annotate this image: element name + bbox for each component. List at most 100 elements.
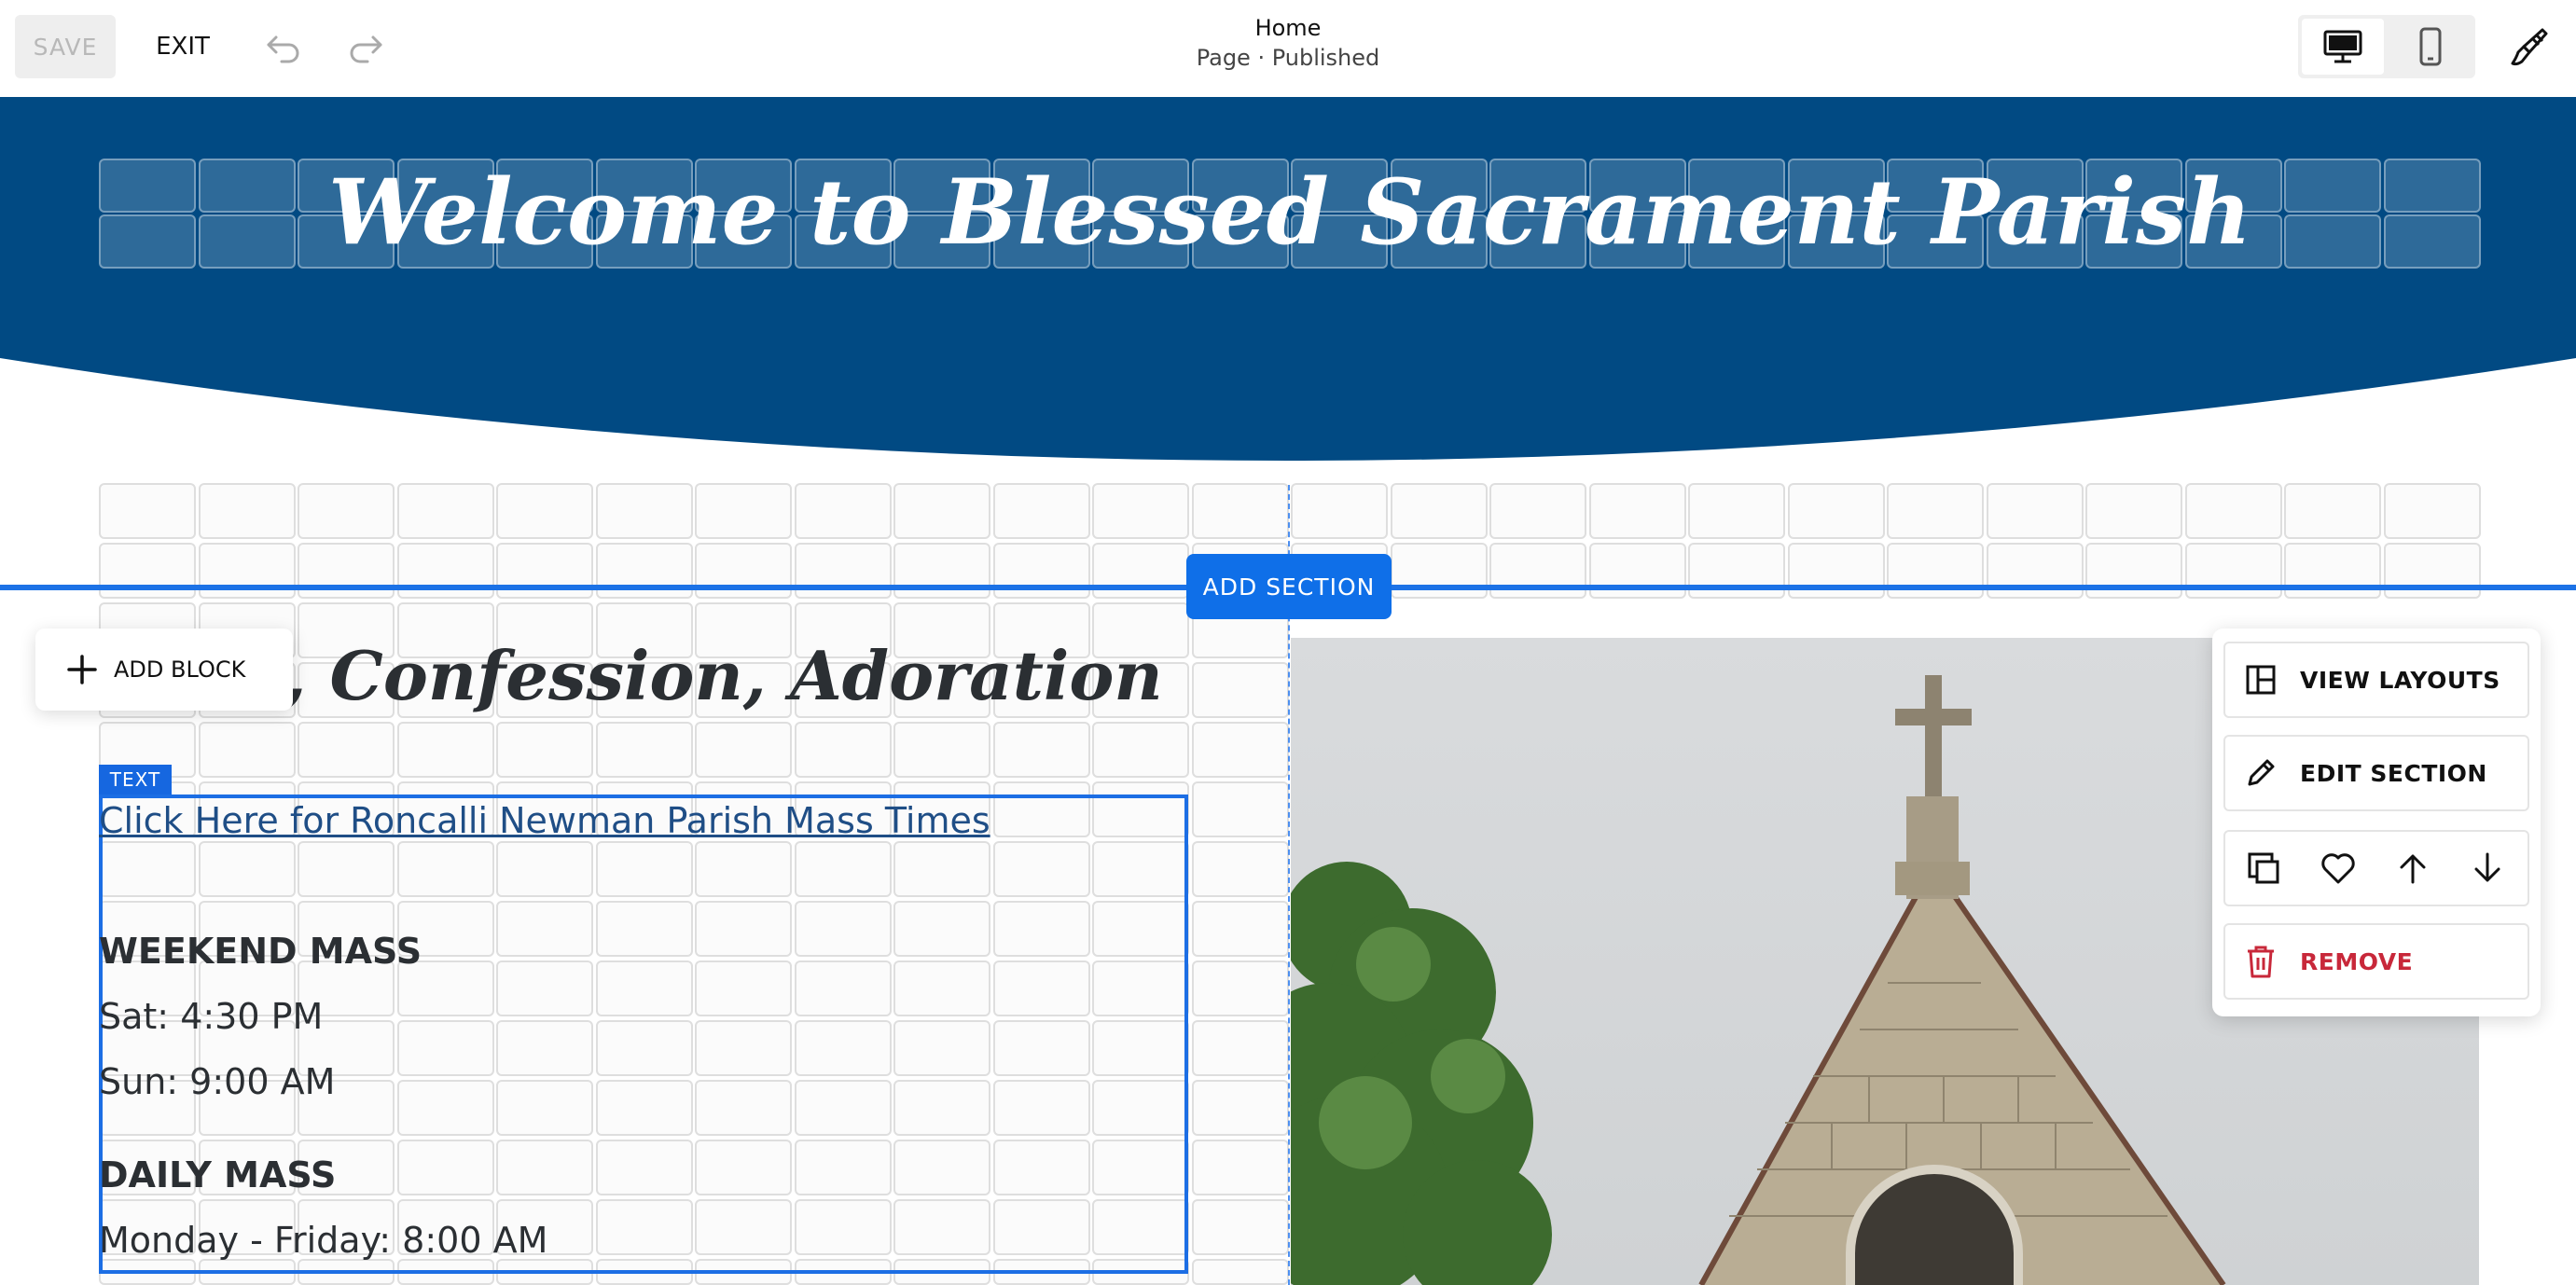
grid-cell — [1092, 483, 1189, 539]
grid-cell — [99, 483, 196, 539]
remove-section-label: REMOVE — [2300, 947, 2414, 975]
grid-cell — [298, 483, 395, 539]
grid-cell — [1092, 543, 1189, 599]
view-layouts-label: VIEW LAYOUTS — [2300, 666, 2500, 694]
grid-cell — [794, 483, 892, 539]
grid-cell — [1688, 483, 1785, 539]
grid-cell — [695, 543, 792, 599]
grid-cell — [1191, 1140, 1289, 1195]
grid-cell — [2085, 543, 2182, 599]
add-block-button[interactable]: ADD BLOCK — [35, 629, 293, 711]
heart-icon — [2321, 853, 2355, 884]
grid-cell — [198, 543, 296, 599]
move-up-button[interactable] — [2392, 848, 2433, 889]
grid-cell — [893, 722, 990, 778]
grid-cell — [1191, 1080, 1289, 1136]
paintbrush-icon — [2511, 28, 2548, 66]
exit-button[interactable]: EXIT — [147, 15, 218, 78]
grid-cell — [2284, 483, 2381, 539]
arrow-up-icon — [2400, 854, 2426, 884]
daily-mass-heading: DAILY MASS — [99, 1154, 337, 1195]
grid-cell — [1787, 543, 1885, 599]
weekend-saturday-time: Sat: 4:30 PM — [99, 996, 324, 1037]
grid-cell — [1887, 483, 1984, 539]
mass-times-link[interactable]: Click Here for Roncalli Newman Parish Ma… — [99, 800, 990, 841]
pencil-icon — [2248, 759, 2275, 786]
grid-cell — [298, 722, 395, 778]
banner-background — [0, 97, 2576, 461]
grid-cell — [595, 543, 693, 599]
grid-cell — [298, 543, 395, 599]
banner-title: Welcome to Blessed Sacrament Parish — [328, 159, 2251, 265]
grid-cell — [1787, 483, 1885, 539]
site-styles-button[interactable] — [2503, 15, 2555, 78]
grid-cell — [1191, 960, 1289, 1016]
grid-cell — [198, 722, 296, 778]
grid-cell — [992, 483, 1090, 539]
redo-button[interactable] — [341, 24, 390, 69]
grid-cell — [496, 483, 593, 539]
grid-cell — [2383, 543, 2481, 599]
grid-cell — [1191, 1199, 1289, 1255]
edit-section-button[interactable]: EDIT SECTION — [2223, 735, 2529, 811]
redo-icon — [350, 35, 382, 63]
grid-cell — [1191, 841, 1289, 897]
grid-cell — [1191, 1020, 1289, 1076]
mobile-view-button[interactable] — [2389, 19, 2472, 75]
grid-cell — [1191, 901, 1289, 957]
grid-cell — [695, 722, 792, 778]
grid-cell — [396, 483, 494, 539]
save-button[interactable]: SAVE — [15, 15, 116, 78]
add-section-button[interactable]: ADD SECTION — [1186, 554, 1392, 619]
save-to-favorites-button[interactable] — [2318, 848, 2359, 889]
desktop-icon — [2323, 30, 2362, 63]
remove-section-button[interactable]: REMOVE — [2223, 923, 2529, 1000]
grid-cell — [1191, 483, 1289, 539]
move-down-button[interactable] — [2467, 848, 2508, 889]
trash-icon — [2248, 946, 2274, 978]
grid-cell — [2184, 483, 2282, 539]
add-block-label: ADD BLOCK — [114, 656, 246, 683]
grid-cell — [595, 483, 693, 539]
grid-cell — [496, 722, 593, 778]
grid-cell — [496, 543, 593, 599]
grid-cell — [396, 543, 494, 599]
arrow-down-icon — [2474, 852, 2500, 882]
grid-cell — [1489, 483, 1586, 539]
undo-button[interactable] — [259, 24, 308, 69]
grid-cell — [992, 543, 1090, 599]
grid-cell — [2284, 543, 2381, 599]
grid-cell — [1887, 543, 1984, 599]
view-layouts-button[interactable]: VIEW LAYOUTS — [2223, 642, 2529, 718]
grid-cell — [2184, 543, 2282, 599]
grid-cell — [1588, 543, 1686, 599]
plus-icon — [67, 655, 97, 684]
grid-cell — [1191, 722, 1289, 778]
grid-cell — [1489, 543, 1586, 599]
grid-cell — [794, 722, 892, 778]
undo-icon — [267, 35, 299, 63]
edit-section-label: EDIT SECTION — [2300, 759, 2487, 787]
grid-cell — [893, 483, 990, 539]
weekend-mass-heading: WEEKEND MASS — [99, 931, 422, 972]
grid-cell — [1291, 483, 1388, 539]
grid-cell — [695, 483, 792, 539]
page-status: Page · Published — [1196, 45, 1380, 71]
grid-cell — [99, 543, 196, 599]
grid-cell — [794, 543, 892, 599]
grid-cell — [1191, 781, 1289, 837]
page-title: Home — [1254, 15, 1322, 41]
desktop-view-button[interactable] — [2302, 19, 2384, 75]
layout-icon — [2246, 665, 2276, 695]
grid-cell — [2383, 483, 2481, 539]
weekend-sunday-time: Sun: 9:00 AM — [99, 1061, 336, 1102]
grid-cell — [1390, 483, 1488, 539]
duplicate-button[interactable] — [2243, 848, 2284, 889]
grid-cell — [992, 722, 1090, 778]
grid-cell — [198, 483, 296, 539]
grid-cell — [1986, 543, 2084, 599]
daily-mass-time: Monday - Friday: 8:00 AM — [99, 1220, 548, 1261]
grid-cell — [1092, 722, 1189, 778]
mobile-icon — [2419, 27, 2442, 66]
hero-banner — [0, 97, 2576, 489]
